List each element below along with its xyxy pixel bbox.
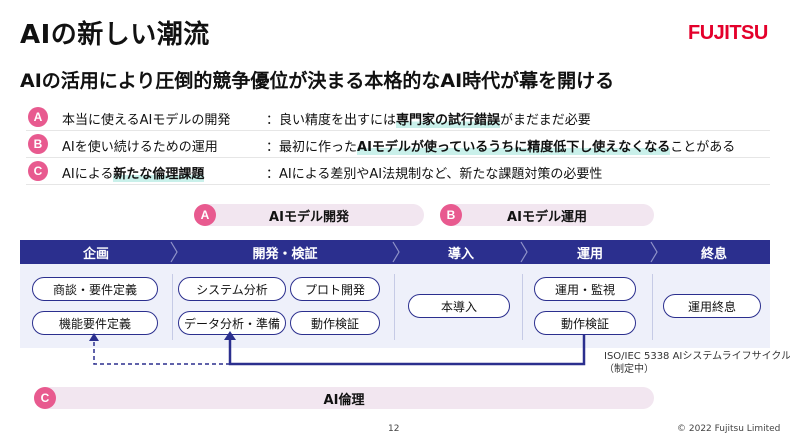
- standard-name: ISO/IEC 5338 AIシステムライフサイクル: [604, 351, 790, 362]
- standard-note: ISO/IEC 5338 AIシステムライフサイクル （制定中）: [604, 350, 790, 376]
- arrow-head-up-icon: [224, 331, 236, 340]
- standard-status: （制定中）: [604, 364, 654, 375]
- feedback-arrow-solid: [228, 334, 586, 366]
- feedback-arrows: [89, 331, 586, 366]
- pill-ai-ethics: C AI倫理: [34, 387, 654, 409]
- copyright: © 2022 Fujitsu Limited: [677, 424, 781, 434]
- badge-c: C: [34, 387, 56, 409]
- page-number: 12: [388, 424, 400, 434]
- arrow-head-up-icon: [89, 333, 99, 341]
- feedback-arrow-dashed: [93, 339, 230, 365]
- pill-label: AI倫理: [323, 392, 365, 408]
